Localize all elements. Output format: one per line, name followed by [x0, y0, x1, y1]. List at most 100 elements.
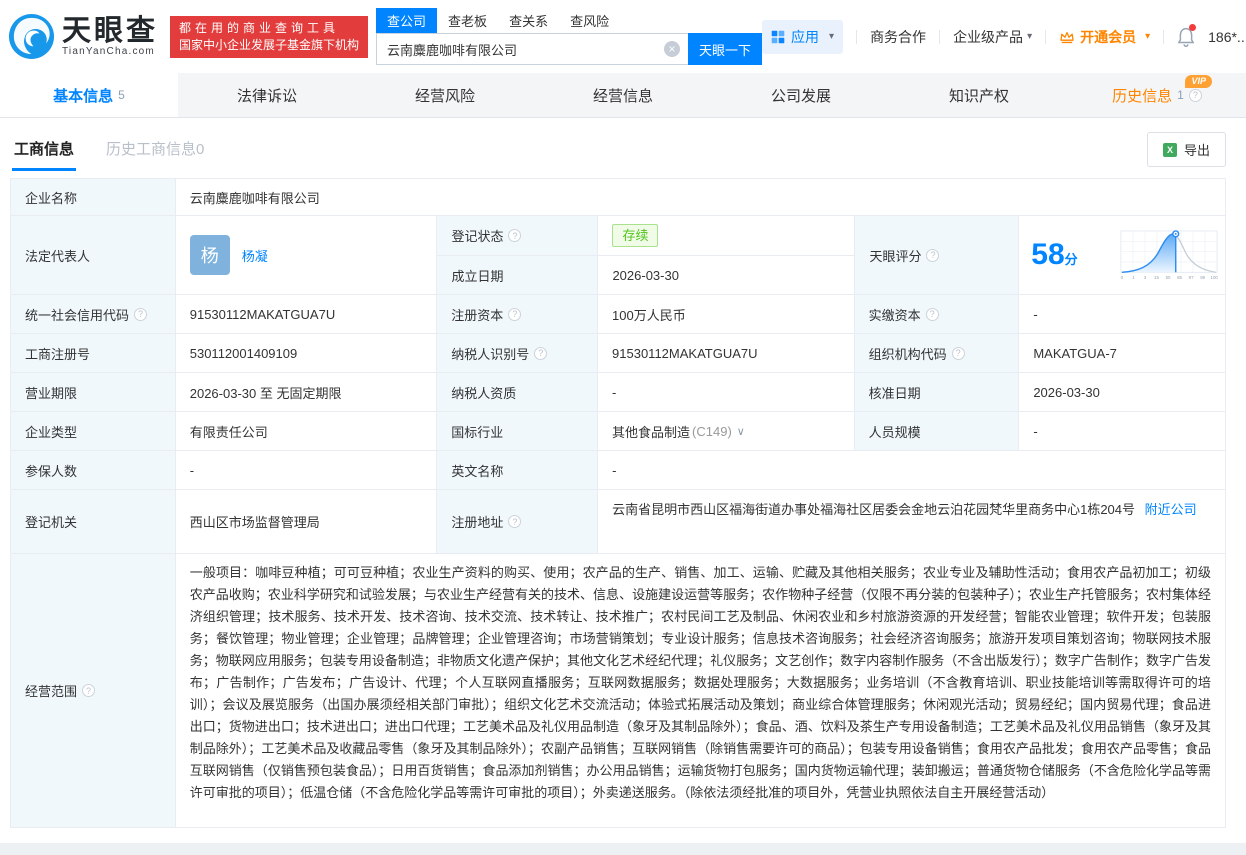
help-icon[interactable]: [1189, 89, 1202, 102]
search-tab-risk[interactable]: 查风险: [559, 8, 620, 33]
taxpayer-id-value: 91530112MAKATGUA7U: [598, 334, 855, 373]
field-label: 天眼评分: [854, 216, 1019, 295]
brand-domain: TianYanCha.com: [62, 46, 158, 57]
score-distribution-chart: 0 1 3 15 50 85 97 99 100: [1119, 225, 1219, 285]
divider: [939, 30, 940, 44]
field-label: 人员规模: [855, 412, 1020, 451]
sub-tabs: 工商信息 历史工商信息0 导出: [0, 118, 1246, 178]
help-icon[interactable]: [134, 308, 147, 321]
field-label: 统一社会信用代码: [11, 295, 176, 334]
insured-value: -: [176, 451, 438, 490]
industry-value[interactable]: 其他食品制造 (C149): [598, 412, 855, 451]
reg-authority-value: 西山区市场监督管理局: [176, 490, 438, 554]
company-type-value: 有限责任公司: [176, 412, 438, 451]
chevron-down-icon: [829, 31, 834, 42]
search-button[interactable]: 天眼一下: [688, 33, 762, 65]
field-label: 实缴资本: [855, 295, 1020, 334]
open-vip-menu[interactable]: 开通会员: [1059, 27, 1150, 47]
help-icon[interactable]: [508, 229, 521, 242]
field-label: 英文名称: [437, 451, 598, 490]
svg-text:85: 85: [1177, 275, 1182, 280]
tab-intellectual-property[interactable]: 知识产权: [890, 73, 1068, 117]
company-name-value: 云南麋鹿咖啡有限公司: [176, 179, 1225, 216]
nearby-companies-link[interactable]: 附近公司: [1145, 502, 1197, 517]
field-label: 纳税人资质: [437, 373, 598, 412]
help-icon[interactable]: [952, 347, 965, 360]
legal-rep-link[interactable]: 杨凝: [242, 246, 268, 265]
help-icon[interactable]: [508, 308, 521, 321]
company-section-tabs: 基本信息 5 法律诉讼 经营风险 经营信息 公司发展 知识产权 VIP 历史信息…: [0, 73, 1246, 118]
business-cooperation-link[interactable]: 商务合作: [870, 27, 926, 47]
tab-company-development[interactable]: 公司发展: [712, 73, 890, 117]
chevron-down-icon: [1027, 31, 1032, 42]
tab-legal-proceedings[interactable]: 法律诉讼: [178, 73, 356, 117]
tab-operating-info[interactable]: 经营信息: [534, 73, 712, 117]
search-tab-company[interactable]: 查公司: [376, 8, 437, 33]
business-scope-value: 一般项目：咖啡豆种植；可可豆种植；农业生产资料的购买、使用；农产品的生产、销售、…: [176, 554, 1225, 828]
search-input[interactable]: [376, 33, 688, 65]
table-row: 企业类型 有限责任公司 国标行业 其他食品制造 (C149) 人员规模 -: [11, 412, 1225, 451]
header: 天眼查 TianYanCha.com 都在用的商业查询工具 国家中小企业发展子基…: [0, 0, 1246, 73]
help-icon[interactable]: [82, 684, 95, 697]
svg-text:1: 1: [1132, 275, 1135, 280]
logo[interactable]: 天眼查 TianYanCha.com: [8, 13, 158, 60]
field-label: 参保人数: [11, 451, 176, 490]
svg-text:3: 3: [1144, 275, 1147, 280]
approval-date-value: 2026-03-30: [1019, 373, 1225, 412]
svg-text:50: 50: [1166, 275, 1171, 280]
score-unit: 分: [1065, 252, 1078, 267]
help-icon[interactable]: [508, 515, 521, 528]
svg-text:0: 0: [1121, 275, 1124, 280]
english-name-value: -: [598, 451, 1225, 490]
export-button[interactable]: 导出: [1147, 132, 1226, 167]
table-row: 工商注册号 530112001409109 纳税人识别号 91530112MAK…: [11, 334, 1225, 373]
field-label: 工商注册号: [11, 334, 176, 373]
divider: [856, 30, 857, 44]
excel-icon: [1163, 143, 1177, 157]
score-value: 58: [1031, 238, 1064, 271]
subtab-history-registration[interactable]: 历史工商信息0: [106, 138, 204, 159]
field-label: 组织机构代码: [855, 334, 1020, 373]
help-icon[interactable]: [926, 308, 939, 321]
tab-count: 1: [1177, 88, 1184, 102]
table-row: 企业名称 云南麋鹿咖啡有限公司: [11, 179, 1225, 216]
apps-menu[interactable]: 应用: [762, 20, 843, 54]
tab-operating-risk[interactable]: 经营风险: [356, 73, 534, 117]
crown-icon: [1059, 30, 1075, 44]
field-label: 注册资本: [437, 295, 598, 334]
avatar[interactable]: 杨: [190, 235, 230, 275]
paid-capital-value: -: [1019, 295, 1225, 334]
field-label: 营业期限: [11, 373, 176, 412]
subtab-business-registration[interactable]: 工商信息: [14, 138, 74, 159]
field-label: 登记机关: [11, 490, 176, 554]
svg-text:97: 97: [1189, 275, 1194, 280]
tab-basic-info[interactable]: 基本信息 5: [0, 73, 178, 117]
account-menu[interactable]: 186*...: [1208, 29, 1246, 45]
clear-icon[interactable]: [664, 41, 680, 57]
field-label: 法定代表人: [11, 216, 176, 295]
field-label: 经营范围: [11, 554, 176, 828]
notifications-bell[interactable]: [1177, 26, 1195, 47]
enterprise-products-menu[interactable]: 企业级产品: [953, 27, 1032, 47]
help-icon[interactable]: [534, 347, 547, 360]
tab-history-info[interactable]: VIP 历史信息 1: [1068, 73, 1246, 117]
search-tab-boss[interactable]: 查老板: [437, 8, 498, 33]
status-badge: 存续: [612, 224, 658, 247]
tab-count: 5: [118, 88, 125, 102]
divider: [1045, 30, 1046, 44]
table-row: 营业期限 2026-03-30 至 无固定期限 纳税人资质 - 核准日期 202…: [11, 373, 1225, 412]
search-area: 查公司 查老板 查关系 查风险 天眼一下: [376, 8, 762, 65]
table-row: 登记机关 西山区市场监督管理局 注册地址 云南省昆明市西山区福海街道办事处福海社…: [11, 490, 1225, 554]
brand-name: 天眼查: [62, 16, 158, 46]
score-cell[interactable]: 58分: [1019, 216, 1225, 295]
field-label: 核准日期: [855, 373, 1020, 412]
business-term-value: 2026-03-30 至 无固定期限: [176, 373, 438, 412]
table-row: 统一社会信用代码 91530112MAKATGUA7U 注册资本 100万人民币…: [11, 295, 1225, 334]
org-code-value: MAKATGUA-7: [1019, 334, 1225, 373]
svg-text:100: 100: [1211, 275, 1219, 280]
svg-text:99: 99: [1200, 275, 1205, 280]
help-icon[interactable]: [926, 249, 939, 262]
search-tab-relation[interactable]: 查关系: [498, 8, 559, 33]
taxpayer-quality-value: -: [598, 373, 855, 412]
top-nav: 应用 商务合作 企业级产品 开通会员: [762, 20, 1246, 54]
